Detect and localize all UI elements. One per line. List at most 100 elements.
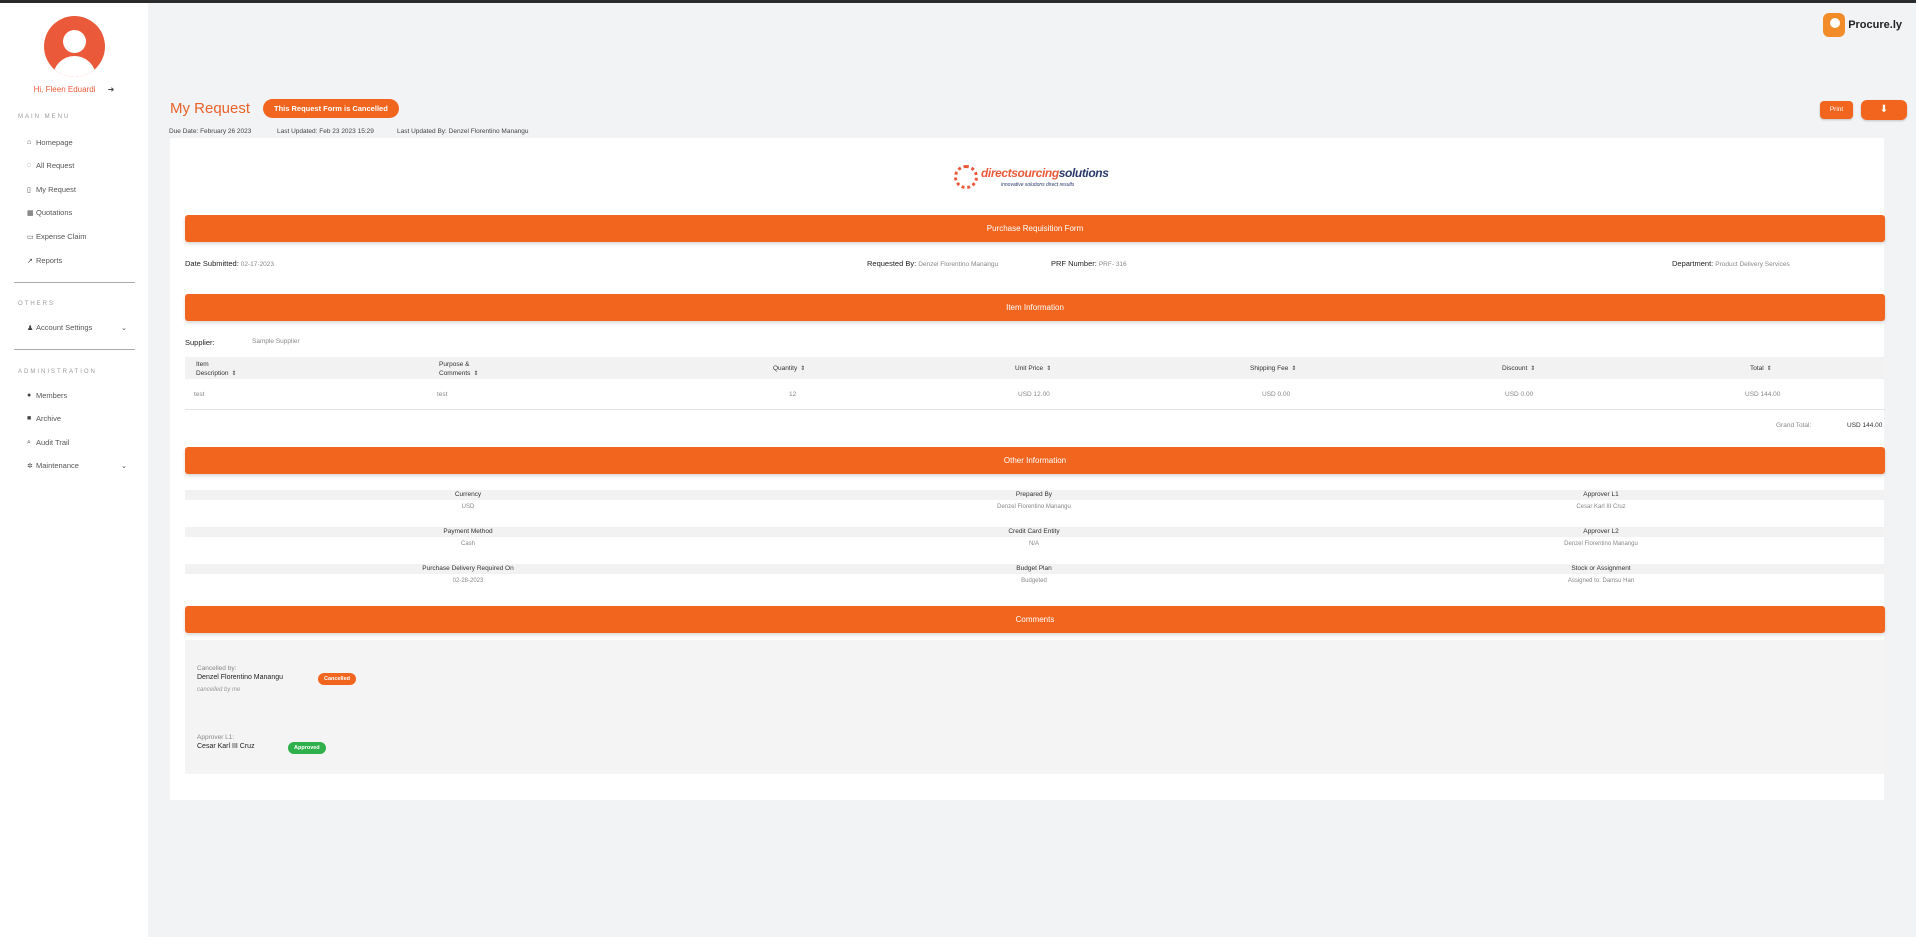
user-greeting: Hi, Fleen Eduardi ➜: [0, 85, 148, 94]
sidebar-item-members[interactable]: ● Members: [27, 391, 127, 400]
th-unit-price[interactable]: Unit Price ⇕: [1015, 364, 1051, 374]
sidebar-divider: [14, 349, 135, 350]
window-top-border: [0, 0, 1916, 3]
procurely-logo-icon: [1823, 13, 1846, 37]
th-quantity[interactable]: Quantity ⇕: [773, 364, 805, 374]
comment-author: Denzel Florentino Manangu: [197, 674, 283, 681]
th-discount[interactable]: Discount ⇕: [1502, 364, 1535, 374]
cancelled-status-badge: This Request Form is Cancelled: [263, 99, 399, 118]
sidebar-item-reports[interactable]: ↗ Reports: [27, 256, 127, 265]
sidebar-item-homepage[interactable]: ⌂ Homepage: [27, 138, 127, 147]
sidebar-item-expense-claim[interactable]: ▭ Expense Claim: [27, 232, 127, 241]
supplier: Supplier: Sample Supplier: [185, 338, 300, 347]
purchase-requisition-header: Purchase Requisition Form: [185, 215, 1885, 242]
main-menu-title: MAIN MENU: [18, 114, 71, 120]
td-total: USD 144.00: [1745, 391, 1781, 398]
grand-total-label: Grand Total:: [1776, 422, 1812, 429]
chat-icon: ◌: [27, 162, 32, 169]
comment-role: Cancelled by:: [197, 665, 237, 672]
sidebar-divider: [14, 282, 135, 283]
td-quantity: 12: [789, 391, 797, 398]
department: Department: Product Delivery Services: [1672, 259, 1790, 268]
sidebar-item-account-settings[interactable]: ♟ Account Settings ⌄: [27, 323, 127, 332]
delivery-required-label: Purchase Delivery Required On: [422, 565, 514, 572]
logout-icon[interactable]: ➜: [108, 85, 115, 94]
department-value: Product Delivery Services: [1715, 261, 1790, 268]
item-information-header: Item Information: [185, 294, 1885, 321]
prepared-by-label: Prepared By: [1015, 491, 1053, 498]
grand-total-value: USD 144.00: [1847, 422, 1883, 429]
sidebar-item-quotations[interactable]: ▦ Quotations: [27, 208, 127, 217]
th-item-description[interactable]: Item Description ⇕: [196, 360, 241, 379]
due-date: Due Date: February 26 2023: [169, 128, 252, 135]
sort-icon[interactable]: ⇕: [800, 366, 805, 372]
sidebar-item-my-request[interactable]: ▯ My Request: [27, 185, 127, 194]
th-label: Discount: [1502, 365, 1528, 372]
request-form-card: directsourcingsolutions innovative solut…: [170, 138, 1885, 800]
th-total[interactable]: Total ⇕: [1750, 364, 1772, 374]
th-purpose-comments[interactable]: Purpose & Comments ⇕: [439, 360, 494, 379]
table-row-divider: [185, 409, 1885, 410]
cancelled-badge: Cancelled: [318, 673, 356, 685]
sidebar-item-label: Homepage: [36, 138, 73, 147]
page-title: My Request: [170, 100, 251, 117]
requested-by-value: Denzel Florentino Manangu: [918, 261, 999, 268]
date-submitted-value: 02-17-2023: [240, 261, 275, 268]
brand[interactable]: Procure.ly: [1823, 13, 1902, 37]
user-icon: ♟: [27, 324, 34, 332]
sidebar: Hi, Fleen Eduardi ➜ MAIN MENU ⌂ Homepage…: [0, 3, 148, 937]
credit-card-entity-value: N/A: [1028, 541, 1039, 547]
company-logo-text: directsourcingsolutions: [981, 166, 1109, 180]
sort-icon[interactable]: ⇕: [1291, 366, 1296, 372]
supplier-value: Sample Supplier: [252, 338, 300, 345]
sun-logo-icon: [954, 165, 978, 189]
comment-role: Approver L1:: [197, 734, 235, 741]
others-title: OTHERS: [18, 301, 56, 307]
approved-badge: Approved: [288, 742, 326, 754]
admin-title: ADMINISTRATION: [18, 369, 97, 375]
requested-by-label: Requested By:: [867, 259, 917, 268]
td-shipping-fee: USD 0.00: [1262, 391, 1291, 398]
payment-method-value: Cash: [460, 541, 475, 547]
td-item-description: test: [194, 391, 205, 398]
sidebar-item-label: Account Settings: [36, 323, 93, 332]
approver-l1-value: Cesar Karl III Cruz: [1576, 504, 1626, 510]
currency-label: Currency: [454, 491, 482, 498]
sidebar-item-label: Expense Claim: [36, 232, 87, 241]
date-submitted: Date Submitted: 02-17-2023: [185, 259, 274, 268]
table-icon: ▦: [27, 209, 34, 217]
document-icon: ▯: [27, 186, 31, 194]
sort-icon[interactable]: ⇕: [1767, 366, 1772, 372]
sidebar-item-maintenance[interactable]: ✲ Maintenance ⌄: [27, 461, 127, 470]
prf-number: PRF Number: PRF- 316: [1051, 259, 1127, 268]
company-logo-text-a: directsourcing: [981, 166, 1059, 180]
company-tagline: innovative solutions direct results: [1001, 182, 1075, 188]
sidebar-item-all-request[interactable]: ◌ All Request: [27, 161, 127, 170]
users-icon: ●: [27, 392, 32, 399]
sidebar-item-audit-trail[interactable]: ⌕ Audit Trail: [27, 438, 127, 447]
sort-icon[interactable]: ⇕: [1530, 366, 1535, 372]
download-button[interactable]: ⬇: [1861, 100, 1907, 120]
print-button[interactable]: Print: [1820, 101, 1853, 119]
card-icon: ▭: [27, 233, 34, 241]
prf-number-label: PRF Number:: [1051, 259, 1097, 268]
th-label: Total: [1750, 365, 1764, 372]
supplier-label: Supplier:: [185, 338, 215, 347]
approver-l2-label: Approver L2: [1583, 528, 1619, 535]
td-purpose-comments: test: [437, 391, 448, 398]
requested-by: Requested By: Denzel Florentino Manangu: [867, 259, 998, 268]
chevron-down-icon: ⌄: [121, 462, 127, 470]
sidebar-item-label: Archive: [36, 414, 62, 423]
home-icon: ⌂: [27, 139, 32, 146]
sort-icon[interactable]: ⇕: [1046, 366, 1051, 372]
chevron-down-icon: ⌄: [121, 324, 127, 332]
payment-method-label: Payment Method: [443, 528, 493, 535]
sort-icon[interactable]: ⇕: [473, 371, 478, 377]
sidebar-item-archive[interactable]: ■ Archive: [27, 414, 127, 423]
sort-icon[interactable]: ⇕: [232, 371, 237, 377]
budget-plan-label: Budget Plan: [1016, 565, 1052, 572]
last-updated: Last Updated: Feb 23 2023 15:29: [277, 128, 374, 135]
avatar[interactable]: [44, 16, 105, 77]
th-shipping-fee[interactable]: Shipping Fee ⇕: [1250, 364, 1296, 374]
user-greeting-text: Hi, Fleen Eduardi: [33, 85, 96, 94]
